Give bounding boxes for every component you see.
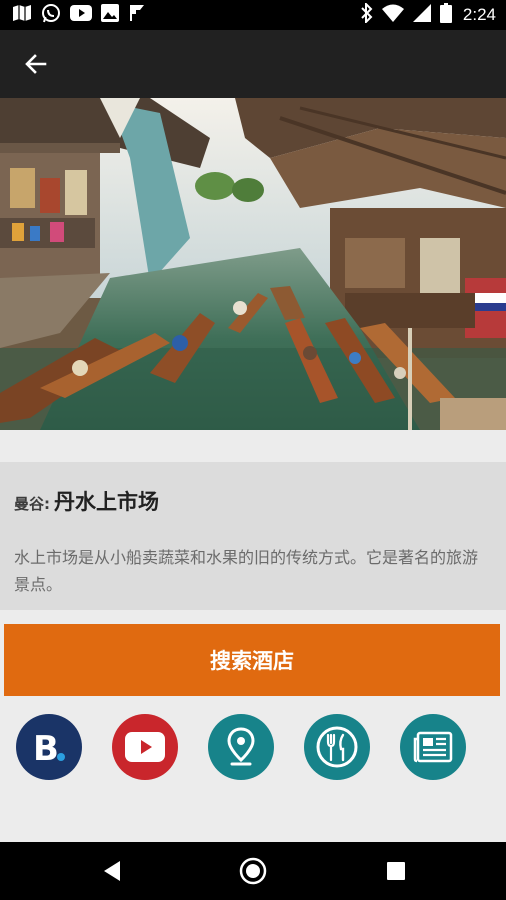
place-name: 丹水上市场 xyxy=(54,490,159,514)
map-pin-icon xyxy=(227,727,255,766)
wifi-icon xyxy=(381,4,404,26)
notification-icons xyxy=(12,3,146,27)
status-bar: 2:24 xyxy=(0,0,506,30)
floating-market-photo xyxy=(0,98,506,430)
arrow-back-icon xyxy=(25,54,47,74)
booking-button[interactable]: B xyxy=(16,714,82,780)
nav-back-button[interactable] xyxy=(72,842,152,900)
youtube-play-icon xyxy=(125,732,165,762)
map-button[interactable] xyxy=(208,714,274,780)
hero-illustration xyxy=(0,98,506,430)
home-circle-icon xyxy=(239,857,267,885)
clock: 2:24 xyxy=(462,5,496,24)
nav-recents-button[interactable] xyxy=(356,842,436,900)
place-info-card: 曼谷: 丹水上市场 水上市场是从小船卖蔬菜和水果的旧的传统方式。它是著名的旅游景… xyxy=(0,462,506,610)
battery-icon xyxy=(439,3,452,27)
bluetooth-icon xyxy=(361,1,373,27)
place-title: 曼谷: 丹水上市场 xyxy=(14,486,159,516)
recents-square-icon xyxy=(387,862,405,880)
action-icon-row: B xyxy=(0,714,506,782)
whatsapp-icon xyxy=(41,3,61,27)
restaurant-icon xyxy=(316,726,358,768)
system-icons: 2:24 xyxy=(361,1,496,27)
youtube-button[interactable] xyxy=(112,714,178,780)
youtube-icon xyxy=(70,5,92,25)
system-nav-bar xyxy=(0,842,506,900)
app-bar xyxy=(0,30,506,98)
newspaper-icon xyxy=(413,731,453,763)
map-book-icon xyxy=(12,4,32,26)
restaurants-button[interactable] xyxy=(304,714,370,780)
back-button[interactable] xyxy=(6,30,66,98)
spacer xyxy=(0,430,506,462)
nav-home-button[interactable] xyxy=(213,842,293,900)
photo-icon xyxy=(101,4,119,26)
search-hotels-button[interactable]: 搜索酒店 xyxy=(4,624,500,696)
news-button[interactable] xyxy=(400,714,466,780)
flipboard-icon xyxy=(128,4,146,26)
booking-icon: B xyxy=(33,729,65,767)
place-description: 水上市场是从小船卖蔬菜和水果的旧的传统方式。它是著名的旅游景点。 xyxy=(14,548,479,594)
svg-text:B: B xyxy=(33,729,59,767)
back-triangle-icon xyxy=(104,861,120,881)
signal-icon xyxy=(412,4,431,26)
city-label: 曼谷: xyxy=(14,495,50,513)
